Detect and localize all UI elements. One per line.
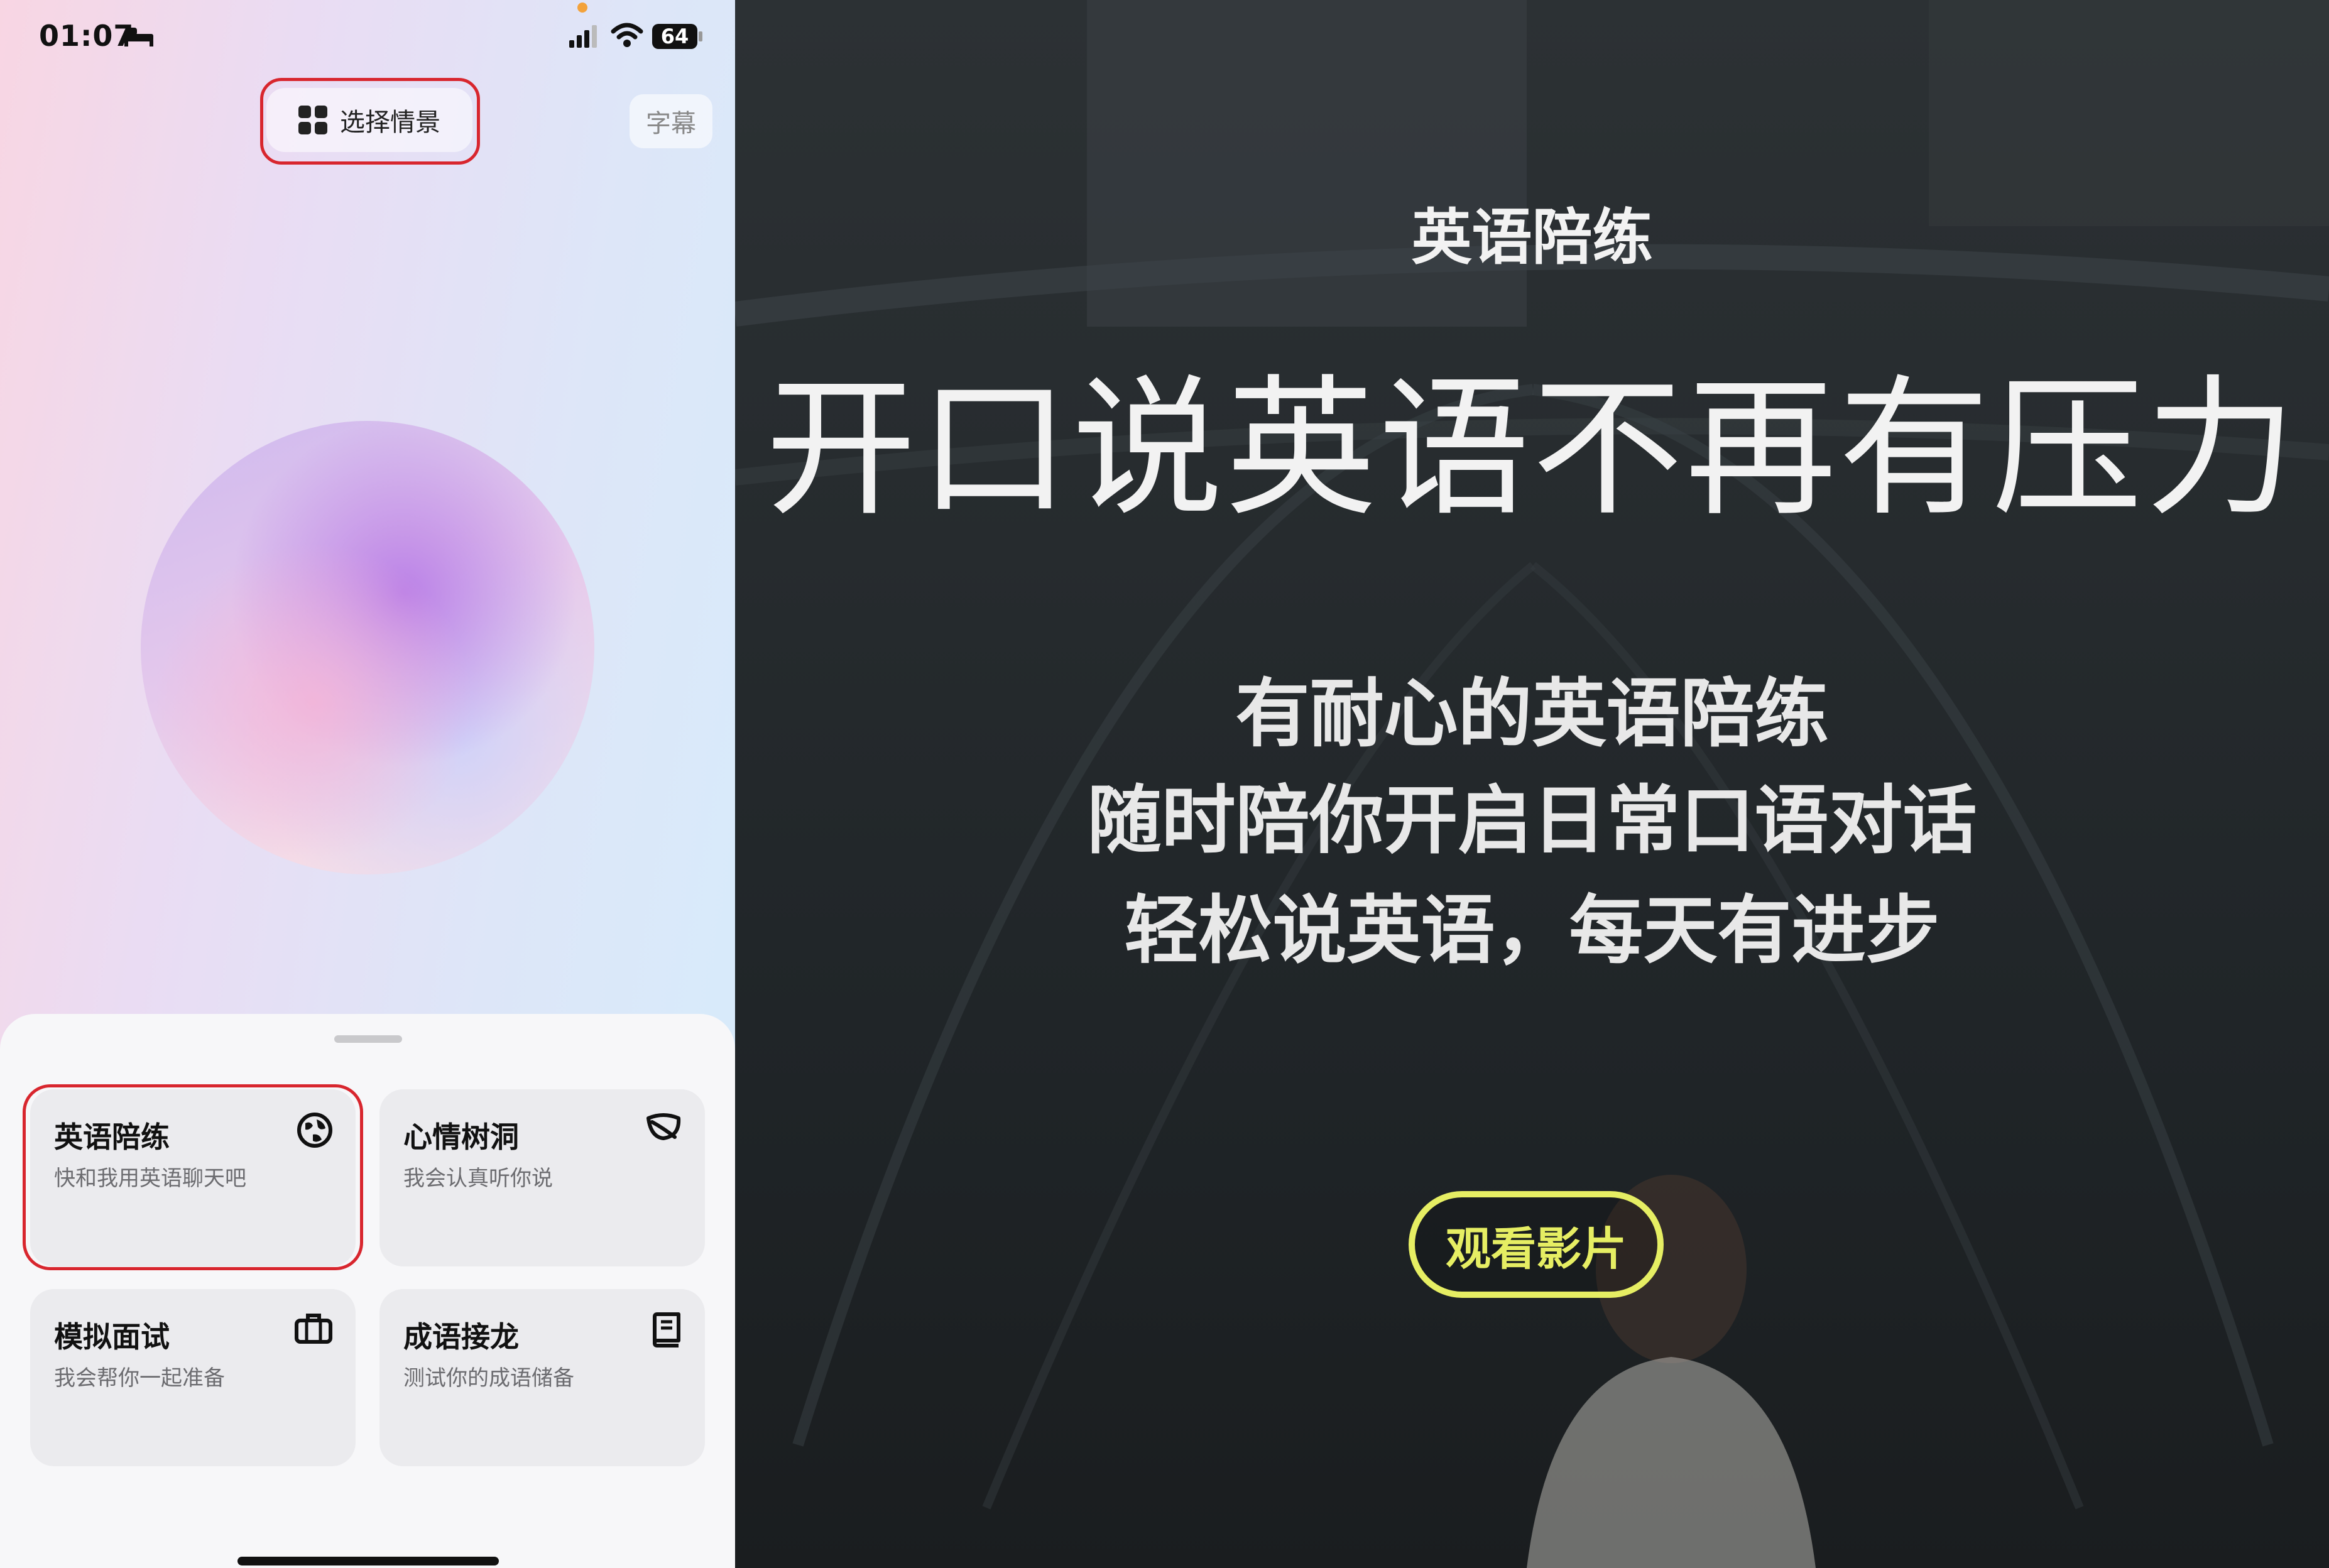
- status-time: 01:07: [39, 19, 134, 53]
- card-subtitle: 测试你的成语储备: [403, 1366, 574, 1391]
- card-title: 模拟面试: [54, 1320, 170, 1354]
- card-mood-treehole[interactable]: 心情树洞 我会认真听你说: [379, 1089, 705, 1266]
- watch-video-button[interactable]: 观看影片: [1409, 1191, 1664, 1298]
- briefcase-icon: [295, 1314, 332, 1344]
- home-indicator[interactable]: [237, 1557, 499, 1565]
- card-title: 心情树洞: [403, 1120, 519, 1154]
- privacy-indicator: [577, 3, 587, 13]
- video-line-2: 随时陪你开启日常口语对话: [1087, 777, 1977, 864]
- sheet-handle[interactable]: [334, 1035, 402, 1043]
- voice-orb[interactable]: [141, 421, 594, 874]
- scene-button-highlight: [260, 78, 480, 165]
- card-highlight: [23, 1084, 363, 1270]
- battery-nub: [699, 31, 702, 41]
- card-idiom-chain[interactable]: 成语接龙 测试你的成语储备: [379, 1289, 705, 1466]
- card-subtitle: 我会帮你一起准备: [54, 1366, 225, 1391]
- video-line-1: 有耐心的英语陪练: [1235, 670, 1829, 757]
- video-line-3: 轻松说英语，每天有进步: [1124, 887, 1940, 974]
- video-kicker: 英语陪练: [1411, 202, 1653, 273]
- promo-video[interactable]: 英语陪练 开口说英语不再有压力 有耐心的英语陪练 随时陪你开启日常口语对话 轻松…: [735, 0, 2329, 1568]
- leaf-icon: [646, 1113, 681, 1140]
- battery-icon: 64: [652, 24, 697, 49]
- bed-icon: [124, 28, 153, 46]
- card-title: 成语接龙: [403, 1320, 519, 1354]
- card-subtitle: 我会认真听你说: [403, 1166, 553, 1191]
- card-mock-interview[interactable]: 模拟面试 我会帮你一起准备: [30, 1289, 356, 1466]
- signal-icon: [569, 25, 597, 48]
- subtitle-button[interactable]: 字幕: [630, 94, 712, 148]
- video-headline: 开口说英语不再有压力: [765, 361, 2299, 536]
- phone-screen: 01:07 64 选择情景 字幕 英语陪练 快和我用英语聊天吧 心情树洞 我会认…: [0, 0, 735, 1568]
- book-icon: [653, 1312, 680, 1348]
- wifi-icon: [611, 23, 643, 47]
